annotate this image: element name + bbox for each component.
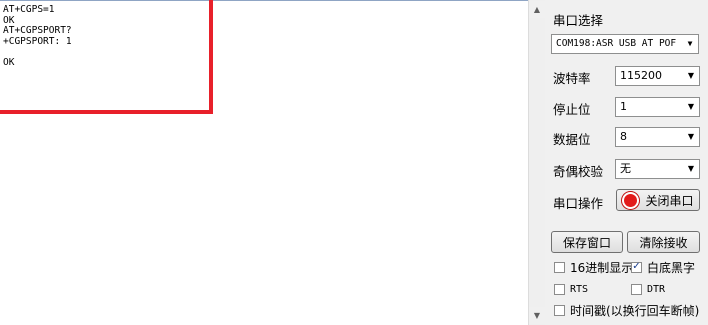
timestamp-checkbox-row[interactable]: 时间戳(以换行回车断帧): [554, 302, 699, 318]
dtr-label: DTR: [647, 283, 666, 295]
rts-checkbox-row[interactable]: RTS: [554, 281, 588, 297]
clear-receive-button-label: 清除接收: [639, 235, 688, 250]
stop-bits-label: 停止位: [553, 102, 591, 117]
white-background-checkbox[interactable]: ✓: [631, 261, 642, 273]
record-icon: [622, 191, 640, 209]
baud-label: 波特率: [553, 71, 591, 86]
chevron-down-icon[interactable]: ▼: [683, 128, 699, 146]
hex-display-checkbox[interactable]: [554, 261, 565, 273]
terminal-line: OK: [3, 56, 15, 68]
port-select-label: 串口选择: [553, 13, 604, 28]
data-bits-value: 8: [620, 130, 627, 143]
close-port-button-label: 关闭串口: [645, 193, 694, 208]
baud-select-value: 115200: [620, 69, 662, 82]
clear-receive-button[interactable]: 清除接收: [627, 231, 700, 253]
white-background-checkbox-row[interactable]: ✓ 白底黑字: [631, 259, 695, 275]
chevron-down-icon[interactable]: ▼: [682, 35, 698, 53]
port-operation-label: 串口操作: [553, 196, 604, 211]
dtr-checkbox-row[interactable]: DTR: [631, 281, 665, 297]
serial-settings-panel: 串口选择 COM198:ASR USB AT POF ▼ 波特率 115200 …: [545, 0, 708, 325]
terminal-scrollbar[interactable]: ▲ ▼: [528, 0, 545, 325]
data-bits-label: 数据位: [553, 132, 591, 147]
baud-select[interactable]: 115200 ▼: [615, 66, 700, 86]
terminal-line: +CGPSPORT: 1: [3, 35, 72, 47]
port-select-value: COM198:ASR USB AT POF: [556, 38, 677, 49]
dtr-checkbox[interactable]: [631, 283, 642, 295]
scroll-up-arrow-icon[interactable]: ▲: [529, 1, 545, 18]
save-window-button-label: 保存窗口: [562, 235, 611, 250]
parity-value: 无: [620, 162, 631, 175]
hex-display-label: 16进制显示: [570, 260, 634, 275]
hex-display-checkbox-row[interactable]: 16进制显示: [554, 259, 633, 275]
stop-bits-value: 1: [620, 100, 627, 113]
chevron-down-icon[interactable]: ▼: [683, 67, 699, 85]
stop-bits-select[interactable]: 1 ▼: [615, 97, 700, 117]
port-select[interactable]: COM198:ASR USB AT POF ▼: [551, 34, 699, 54]
checkmark-icon: ✓: [632, 261, 641, 272]
receive-text-area[interactable]: AT+CGPS=1 OK AT+CGPSPORT? +CGPSPORT: 1 O…: [0, 0, 528, 325]
white-background-label: 白底黑字: [647, 260, 696, 275]
rts-label: RTS: [570, 283, 589, 295]
data-bits-select[interactable]: 8 ▼: [615, 127, 700, 147]
save-window-button[interactable]: 保存窗口: [551, 231, 623, 253]
chevron-down-icon[interactable]: ▼: [683, 160, 699, 178]
timestamp-checkbox[interactable]: [554, 304, 565, 316]
terminal-line: AT+CGPS=1: [3, 4, 55, 15]
timestamp-label: 时间戳(以换行回车断帧): [570, 303, 700, 318]
close-port-button[interactable]: 关闭串口: [616, 189, 700, 211]
parity-select[interactable]: 无 ▼: [615, 159, 700, 179]
terminal-line: OK: [3, 14, 15, 26]
terminal-line: AT+CGPSPORT?: [3, 25, 72, 36]
rts-checkbox[interactable]: [554, 283, 565, 295]
chevron-down-icon[interactable]: ▼: [683, 98, 699, 116]
scroll-down-arrow-icon[interactable]: ▼: [529, 307, 545, 324]
parity-label: 奇偶校验: [553, 164, 604, 179]
